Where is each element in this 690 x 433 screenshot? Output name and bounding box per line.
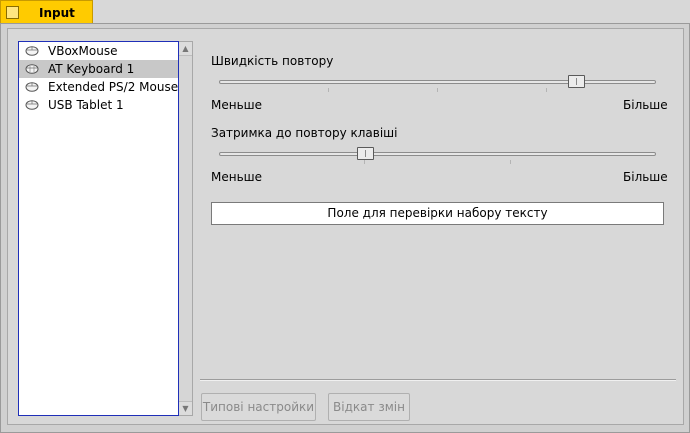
window-tab[interactable]: Input: [0, 0, 93, 24]
device-item-at-keyboard[interactable]: AT Keyboard 1: [19, 60, 178, 78]
repeat-rate-label: Швидкість повтору: [211, 54, 334, 68]
repeat-delay-min-label: Меньше: [211, 170, 263, 184]
repeat-rate-slider[interactable]: [219, 80, 656, 84]
slider-tick: [510, 160, 511, 164]
scroll-down-arrow-icon[interactable]: ▼: [179, 401, 192, 415]
slider-tick: [546, 88, 547, 92]
mouse-icon: [25, 82, 39, 92]
mouse-icon: [25, 46, 39, 56]
device-item-vboxmouse[interactable]: VBoxMouse: [19, 42, 178, 60]
slider-tick: [328, 88, 329, 92]
keyboard-icon: [25, 64, 39, 74]
window-frame: VBoxMouse AT Keyboard 1 Extended PS/2 Mo…: [0, 23, 690, 433]
revert-button[interactable]: Відкат змін: [328, 393, 410, 421]
device-label: AT Keyboard 1: [48, 62, 135, 76]
device-label: USB Tablet 1: [48, 98, 124, 112]
device-list[interactable]: VBoxMouse AT Keyboard 1 Extended PS/2 Mo…: [18, 41, 179, 416]
slider-tick: [364, 160, 365, 164]
mouse-icon: [25, 100, 39, 110]
scroll-up-arrow-icon[interactable]: ▲: [179, 42, 192, 56]
repeat-rate-max-label: Більше: [623, 98, 668, 112]
window-title: Input: [39, 6, 75, 20]
device-item-usb-tablet[interactable]: USB Tablet 1: [19, 96, 178, 114]
repeat-rate-thumb[interactable]: [568, 75, 585, 88]
repeat-delay-label: Затримка до повтору клавіші: [211, 126, 398, 140]
repeat-delay-max-label: Більше: [623, 170, 668, 184]
defaults-button[interactable]: Типові настройки: [201, 393, 316, 421]
settings-panel: VBoxMouse AT Keyboard 1 Extended PS/2 Mo…: [7, 28, 684, 425]
device-label: Extended PS/2 Mouse 1: [48, 80, 179, 94]
device-label: VBoxMouse: [48, 44, 118, 58]
repeat-delay-thumb[interactable]: [357, 147, 374, 160]
device-item-extended-ps2-mouse[interactable]: Extended PS/2 Mouse 1: [19, 78, 178, 96]
slider-tick: [437, 88, 438, 92]
repeat-delay-slider[interactable]: [219, 152, 656, 156]
separator: [200, 379, 676, 381]
typing-test-field[interactable]: Поле для перевірки набору тексту: [211, 202, 664, 225]
zoom-box-icon[interactable]: [6, 6, 19, 19]
device-list-scrollbar[interactable]: ▲ ▼: [179, 41, 193, 416]
repeat-rate-min-label: Меньше: [211, 98, 263, 112]
